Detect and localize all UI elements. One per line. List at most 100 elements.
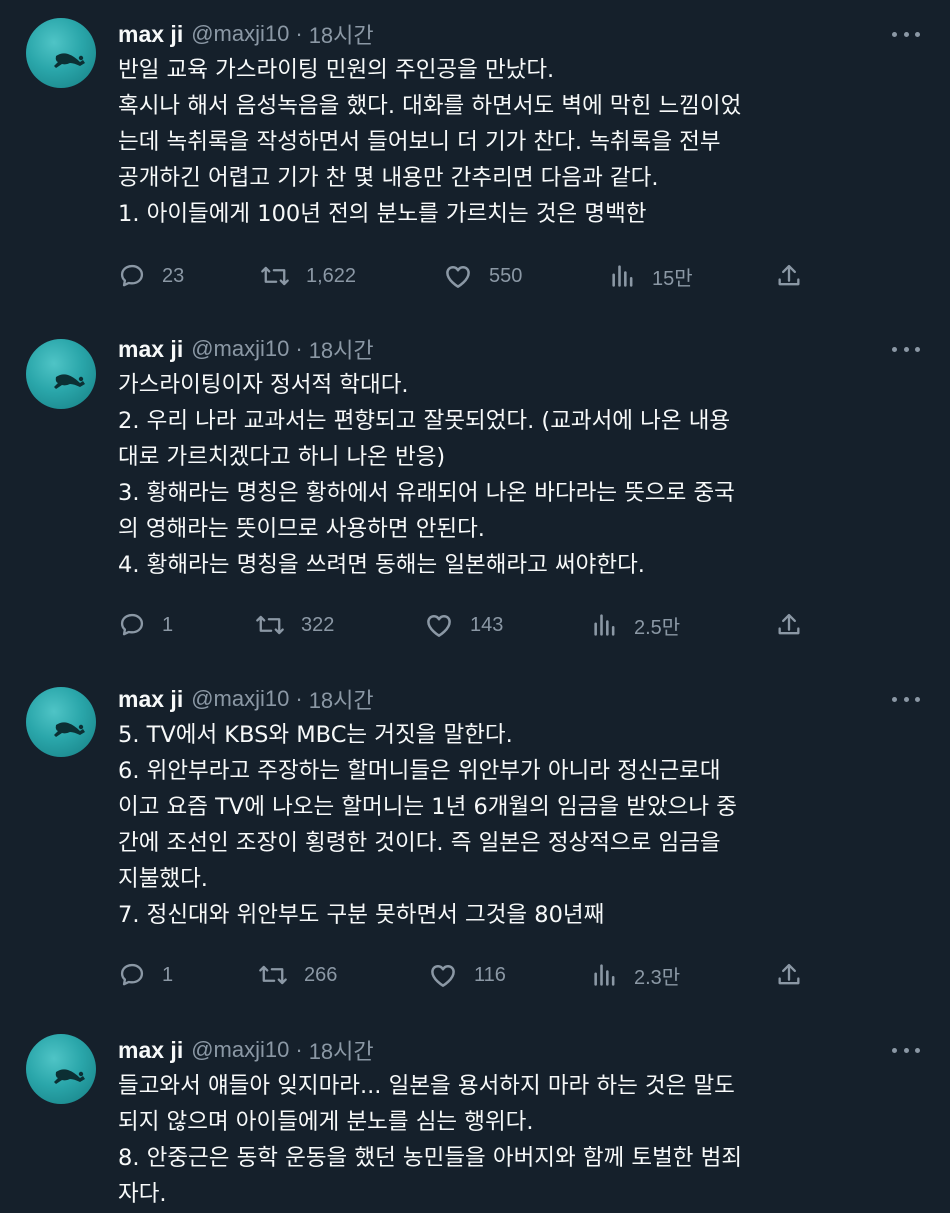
view-count: 15만: [652, 267, 693, 290]
author-handle[interactable]: @maxji10: [191, 1037, 289, 1063]
retweet-count: 322: [301, 613, 335, 636]
reply-button[interactable]: 23: [118, 256, 184, 296]
author-handle[interactable]: @maxji10: [191, 336, 289, 362]
retweet-count: 1,622: [306, 264, 357, 287]
tweet-text-line: 3. 황해라는 명칭은 황하에서 유래되어 나온 바다라는 뜻으로 중국: [118, 480, 735, 506]
views-button[interactable]: 2.3만: [592, 955, 680, 995]
speech-bubble-icon: [120, 613, 144, 636]
tweet-actions: 1 266 116 2.3만: [118, 955, 818, 995]
timestamp[interactable]: 18시간: [309, 683, 374, 715]
bar-chart-icon: [594, 614, 615, 636]
like-button[interactable]: 143: [424, 605, 503, 645]
share-button[interactable]: [776, 256, 802, 296]
heart-icon: [427, 615, 451, 637]
speech-bubble-icon: [120, 264, 144, 287]
tweet-text-line: 7. 정신대와 위안부도 구분 못하면서 그것을 80년째: [118, 902, 605, 928]
views-button[interactable]: 2.5만: [592, 605, 680, 645]
tweet-text-line: 혹시나 해서 음성녹음을 했다. 대화를 하면서도 벽에 막힌 느낌이었: [118, 93, 742, 119]
author-name[interactable]: max ji: [118, 686, 183, 713]
retweet-count: 266: [304, 963, 338, 986]
author-handle[interactable]: @maxji10: [191, 21, 289, 47]
timestamp[interactable]: 18시간: [309, 1034, 374, 1066]
tweet-text-line: 가스라이팅이자 정서적 학대다.: [118, 372, 409, 398]
timestamp[interactable]: 18시간: [309, 333, 374, 365]
tweet-text: 5. TV에서 KBS와 MBC는 거짓을 말한다. 6. 위안부라고 주장하는…: [118, 717, 923, 933]
bar-chart-icon: [612, 265, 633, 287]
like-count: 143: [470, 613, 504, 636]
share-upload-icon: [778, 963, 800, 985]
avatar[interactable]: [26, 339, 96, 409]
tweet-header: max ji @maxji10 · 18시간: [118, 18, 374, 50]
reply-count: 23: [162, 264, 185, 287]
retweet-button[interactable]: 266: [258, 955, 337, 995]
like-count: 116: [474, 963, 506, 986]
share-upload-icon: [778, 613, 800, 635]
diver-silhouette-icon: [54, 1069, 85, 1084]
tweet-thread: max ji @maxji10 · 18시간 반일 교육 가스라이팅 민원의 주…: [0, 0, 950, 1213]
tweet-text-line: 4. 황해라는 명칭을 쓰려면 동해는 일본해라고 써야한다.: [118, 552, 645, 578]
views-button[interactable]: 15만: [610, 256, 693, 296]
more-dots-icon[interactable]: [892, 689, 920, 709]
retweet-button[interactable]: 322: [255, 605, 334, 645]
like-count: 550: [489, 264, 523, 287]
more-dots-icon[interactable]: [892, 1040, 920, 1060]
more-dots-icon[interactable]: [892, 24, 920, 44]
diver-silhouette-icon: [54, 722, 85, 737]
reply-count: 1: [162, 963, 174, 986]
avatar[interactable]: [26, 1034, 96, 1104]
tweet-text: 반일 교육 가스라이팅 민원의 주인공을 만났다. 혹시나 해서 음성녹음을 했…: [118, 52, 923, 232]
more-dots-icon[interactable]: [892, 339, 920, 359]
reply-button[interactable]: 1: [118, 955, 173, 995]
tweet-text-line: 이고 요즘 TV에 나오는 할머니는 1년 6개월의 임금을 받았으나 중: [118, 794, 737, 820]
diver-silhouette-icon: [54, 374, 85, 389]
separator-dot: ·: [295, 336, 303, 361]
reply-count: 1: [162, 613, 174, 636]
avatar[interactable]: [26, 687, 96, 757]
tweet-text-line: 는데 녹취록을 작성하면서 들어보니 더 기가 찬다. 녹취록을 전부: [118, 129, 721, 155]
tweet-text-line: 되지 않으며 아이들에게 분노를 심는 행위다.: [118, 1109, 534, 1135]
tweet-text-line: 2. 우리 나라 교과서는 편향되고 잘못되었다. (교과서에 나온 내용: [118, 408, 731, 434]
tweet-text-line: 공개하긴 어렵고 기가 찬 몇 내용만 간추리면 다음과 같다.: [118, 165, 659, 191]
avatar[interactable]: [26, 18, 96, 88]
retweet-arrows-icon: [259, 965, 287, 985]
tweet-text-line: 들고와서 얘들아 잊지마라... 일본을 용서하지 마라 하는 것은 말도: [118, 1073, 735, 1099]
author-handle[interactable]: @maxji10: [191, 686, 289, 712]
tweet-text-line: 대로 가르치겠다고 하니 나온 반응): [118, 444, 446, 470]
tweet-text-line: 간에 조선인 조장이 횡령한 것이다. 즉 일본은 정상적으로 임금을: [118, 830, 721, 856]
share-button[interactable]: [776, 605, 802, 645]
tweet-text-line: 1. 아이들에게 100년 전의 분노를 가르치는 것은 명백한: [118, 201, 647, 227]
tweet-text-line: 8. 안중근은 동학 운동을 했던 농민들을 아버지와 함께 토벌한 범죄: [118, 1145, 743, 1171]
tweet-text-line: 6. 위안부라고 주장하는 할머니들은 위안부가 아니라 정신근로대: [118, 758, 721, 784]
tweet-text-line: 지불했다.: [118, 866, 208, 892]
share-button[interactable]: [776, 955, 802, 995]
like-button[interactable]: 550: [443, 256, 522, 296]
speech-bubble-icon: [120, 963, 144, 986]
reply-button[interactable]: 1: [118, 605, 173, 645]
tweet-text-line: 자다.: [118, 1181, 167, 1207]
bar-chart-icon: [594, 964, 615, 986]
separator-dot: ·: [295, 1037, 303, 1062]
tweet-text-line: 의 영해라는 뜻이므로 사용하면 안된다.: [118, 516, 485, 542]
author-name[interactable]: max ji: [118, 1037, 183, 1064]
share-upload-icon: [778, 264, 800, 286]
separator-dot: ·: [295, 21, 303, 46]
view-count: 2.3만: [634, 966, 681, 989]
tweet-text-line: 반일 교육 가스라이팅 민원의 주인공을 만났다.: [118, 57, 555, 83]
tweet-actions: 23 1,622 550 15만: [118, 256, 818, 296]
retweet-arrows-icon: [261, 266, 289, 286]
like-button[interactable]: 116: [428, 955, 506, 995]
author-name[interactable]: max ji: [118, 21, 183, 48]
retweet-button[interactable]: 1,622: [260, 256, 356, 296]
tweet-actions: 1 322 143 2.5만: [118, 605, 818, 645]
tweet-text: 들고와서 얘들아 잊지마라... 일본을 용서하지 마라 하는 것은 말도 되지…: [118, 1068, 923, 1212]
tweet-header: max ji @maxji10 · 18시간: [118, 683, 374, 715]
tweet-text: 가스라이팅이자 정서적 학대다. 2. 우리 나라 교과서는 편향되고 잘못되었…: [118, 367, 923, 583]
tweet-header: max ji @maxji10 · 18시간: [118, 333, 374, 365]
author-name[interactable]: max ji: [118, 336, 183, 363]
heart-icon: [431, 965, 455, 987]
heart-icon: [446, 266, 470, 288]
timestamp[interactable]: 18시간: [309, 18, 374, 50]
retweet-arrows-icon: [256, 615, 284, 635]
separator-dot: ·: [295, 686, 303, 711]
view-count: 2.5만: [634, 616, 681, 639]
